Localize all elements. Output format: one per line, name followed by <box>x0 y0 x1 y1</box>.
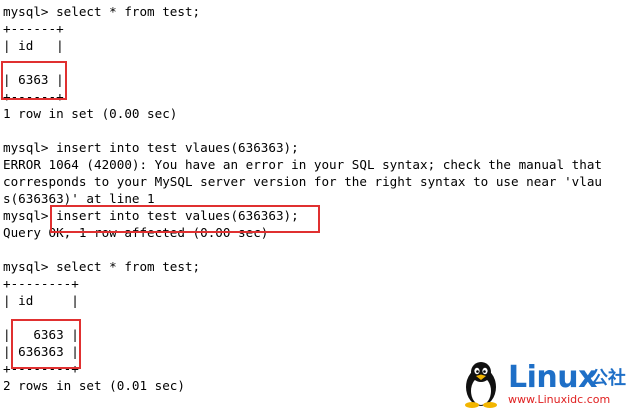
watermark-url: www.Linuxidc.com <box>508 393 611 406</box>
error-line-3: s(636363)' at line 1 <box>3 191 155 206</box>
table-header-2: | id | <box>3 293 79 308</box>
result-summary-1: 1 row in set (0.00 sec) <box>3 106 178 121</box>
table-row-636363: | 636363 | <box>3 344 79 359</box>
terminal-window[interactable]: mysql> select * from test; +------+ | id… <box>0 0 636 410</box>
table-row-6363-b: | 6363 | <box>3 327 79 342</box>
table-header-1: | id | <box>3 38 64 53</box>
watermark-brand: Linux <box>508 360 597 395</box>
prompt-select-1: mysql> select * from test; <box>3 4 201 19</box>
prompt-select-2: mysql> select * from test; <box>3 259 201 274</box>
result-summary-2: 2 rows in set (0.01 sec) <box>3 378 185 393</box>
table-border-top-1: +------+ <box>3 21 64 36</box>
prompt-insert-correct: mysql> insert into test values(636363); <box>3 208 299 223</box>
table-border-bottom-2: +--------+ <box>3 361 79 376</box>
table-border-top-2: +--------+ <box>3 276 79 291</box>
penguin-icon <box>465 362 497 408</box>
prompt-insert-typo: mysql> insert into test vlaues(636363); <box>3 140 299 155</box>
error-line-1: ERROR 1064 (42000): You have an error in… <box>3 157 602 172</box>
table-row-6363-a: | 6363 | <box>3 72 64 87</box>
query-ok-line: Query OK, 1 row affected (0.00 sec) <box>3 225 269 240</box>
watermark-brand-cn: 公社 <box>590 368 626 389</box>
table-border-bottom-1: +------+ <box>3 89 64 104</box>
site-watermark: Linux 公社 www.Linuxidc.com <box>458 360 634 408</box>
error-line-2: corresponds to your MySQL server version… <box>3 174 602 189</box>
